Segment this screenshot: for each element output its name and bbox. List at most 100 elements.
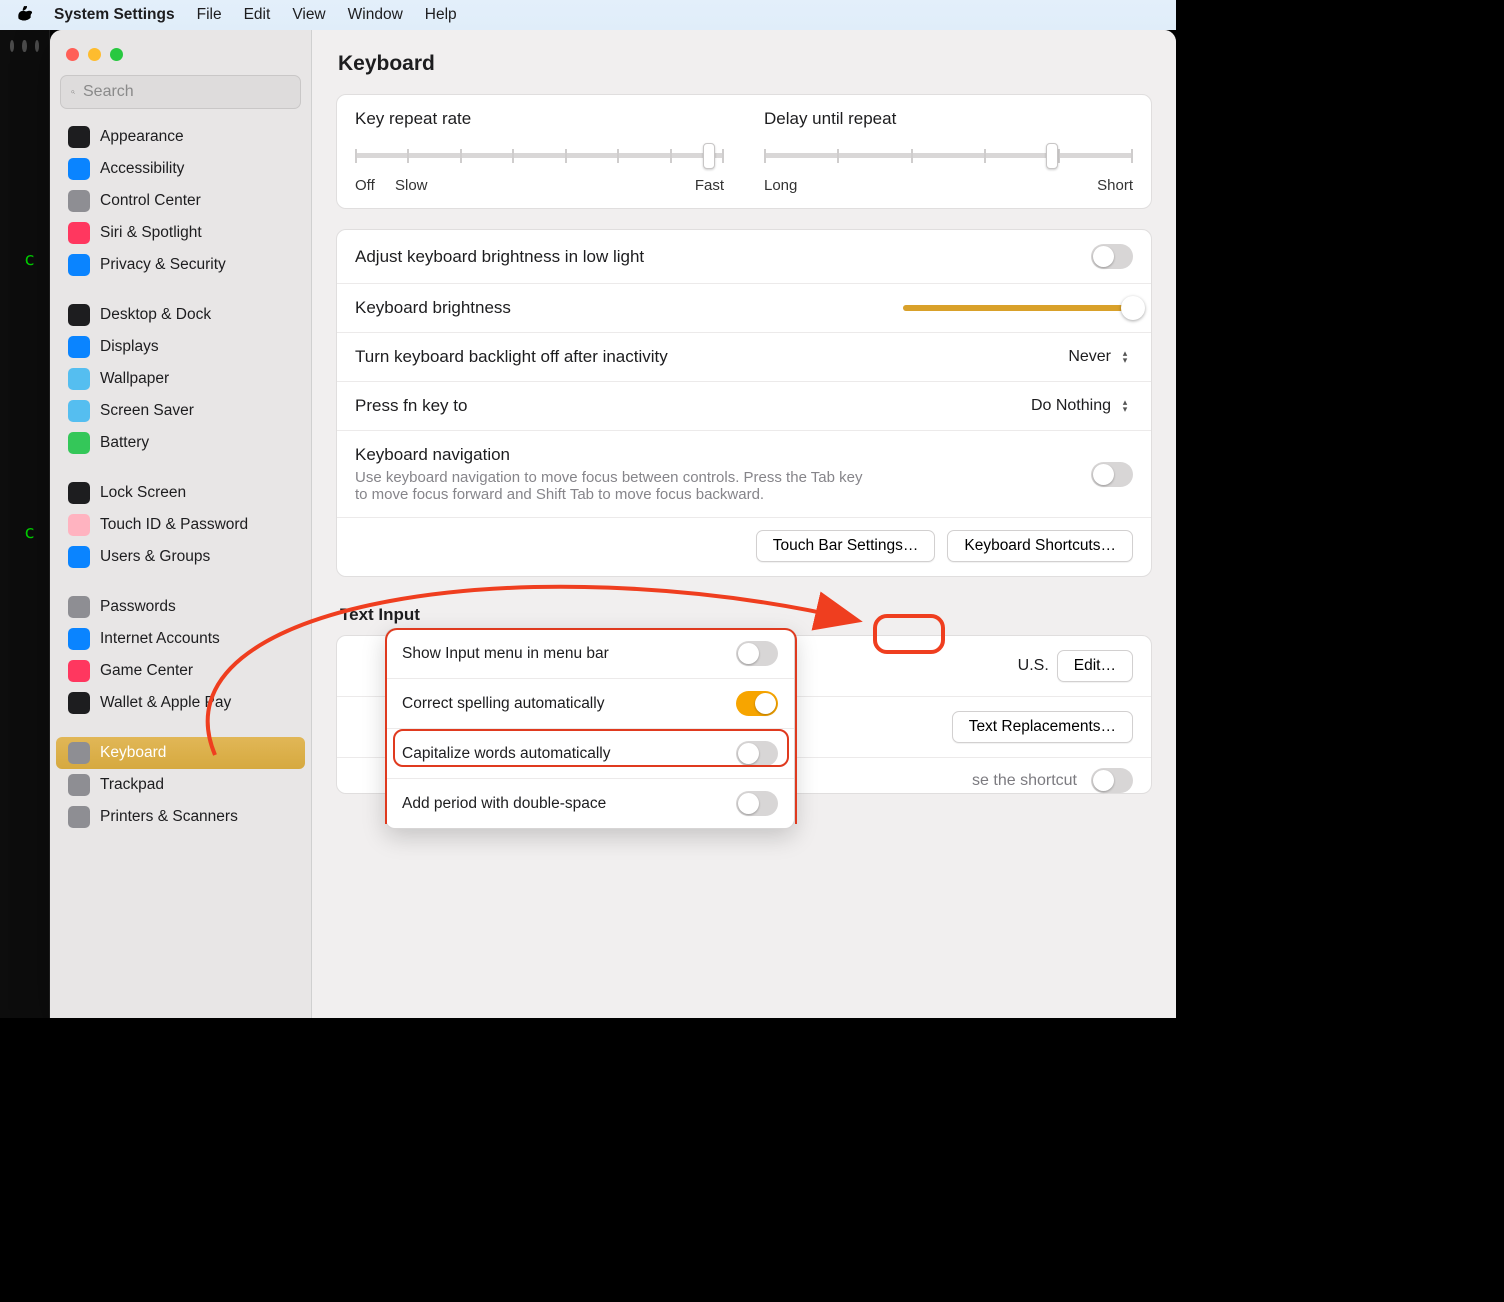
edit-input-source-button[interactable]: Edit…	[1057, 650, 1133, 682]
zoom-icon[interactable]	[110, 48, 123, 61]
minimize-icon[interactable]	[88, 48, 101, 61]
sidebar-icon	[68, 692, 90, 714]
keyboard-shortcuts-button[interactable]: Keyboard Shortcuts…	[947, 530, 1133, 562]
toggle-keyboard-navigation[interactable]	[1091, 462, 1133, 487]
sidebar-icon	[68, 158, 90, 180]
sidebar-item-passwords[interactable]: Passwords	[56, 591, 305, 623]
menubar[interactable]: System Settings File Edit View Window He…	[0, 0, 1176, 30]
sidebar-item-label: Accessibility	[100, 160, 184, 178]
menubar-item-help[interactable]: Help	[425, 6, 457, 24]
popover-row-label: Show Input menu in menu bar	[402, 645, 609, 663]
sidebar-icon	[68, 514, 90, 536]
sidebar-icon	[68, 546, 90, 568]
sidebar-item-users-groups[interactable]: Users & Groups	[56, 541, 305, 573]
window-controls	[50, 44, 311, 75]
popover-toggle[interactable]	[736, 791, 778, 816]
popover-row: Add period with double-space	[386, 778, 794, 828]
popover-row-label: Capitalize words automatically	[402, 745, 610, 763]
sidebar-item-label: Keyboard	[100, 744, 166, 762]
sidebar-item-label: Displays	[100, 338, 159, 356]
sidebar-icon	[68, 400, 90, 422]
menubar-app-name[interactable]: System Settings	[54, 6, 175, 24]
sidebar-item-wallpaper[interactable]: Wallpaper	[56, 363, 305, 395]
content-pane: Keyboard Key repeat rate Off Slow Fast	[312, 30, 1176, 1018]
sidebar-item-privacy-security[interactable]: Privacy & Security	[56, 249, 305, 281]
slider-keyboard-brightness[interactable]	[903, 300, 1133, 316]
sidebar-item-game-center[interactable]: Game Center	[56, 655, 305, 687]
sidebar-item-screen-saver[interactable]: Screen Saver	[56, 395, 305, 427]
sidebar-item-label: Passwords	[100, 598, 176, 616]
popover-toggle[interactable]	[736, 641, 778, 666]
sidebar-icon	[68, 432, 90, 454]
apple-menu-icon[interactable]	[16, 6, 32, 24]
sidebar-item-label: Appearance	[100, 128, 184, 146]
sidebar-item-control-center[interactable]: Control Center	[56, 185, 305, 217]
sidebar-item-label: Battery	[100, 434, 149, 452]
sidebar-icon	[68, 774, 90, 796]
settings-window: Appearance Accessibility Control Center Sir…	[50, 30, 1176, 1018]
sidebar-icon	[68, 742, 90, 764]
sidebar-item-label: Users & Groups	[100, 548, 210, 566]
sidebar-item-battery[interactable]: Battery	[56, 427, 305, 459]
chevron-updown-icon: ▴▾	[1117, 397, 1133, 415]
sidebar-item-label: Wallpaper	[100, 370, 169, 388]
popover-row: Correct spelling automatically	[386, 678, 794, 728]
sidebar-item-label: Control Center	[100, 192, 201, 210]
sidebar-item-label: Desktop & Dock	[100, 306, 211, 324]
panel-brightness: Adjust keyboard brightness in low light …	[336, 229, 1152, 577]
popover-row-label: Add period with double-space	[402, 795, 606, 813]
text-replacements-button[interactable]: Text Replacements…	[952, 711, 1133, 743]
hint-text: se the shortcut	[972, 772, 1077, 790]
popover-toggle[interactable]	[736, 741, 778, 766]
sidebar-item-displays[interactable]: Displays	[56, 331, 305, 363]
menubar-item-view[interactable]: View	[292, 6, 325, 24]
menubar-item-edit[interactable]: Edit	[244, 6, 271, 24]
sidebar-icon	[68, 660, 90, 682]
label-keyboard-navigation: Keyboard navigation	[355, 445, 875, 465]
label-fn-key: Press fn key to	[355, 396, 467, 416]
sidebar-item-lock-screen[interactable]: Lock Screen	[56, 477, 305, 509]
search-input[interactable]	[60, 75, 301, 109]
sidebar-icon	[68, 222, 90, 244]
sidebar-item-label: Touch ID & Password	[100, 516, 248, 534]
sidebar-item-keyboard[interactable]: Keyboard	[56, 737, 305, 769]
close-icon[interactable]	[66, 48, 79, 61]
sidebar-icon	[68, 126, 90, 148]
menubar-item-file[interactable]: File	[197, 6, 222, 24]
sidebar-item-siri-spotlight[interactable]: Siri & Spotlight	[56, 217, 305, 249]
sidebar-item-internet-accounts[interactable]: Internet Accounts	[56, 623, 305, 655]
sidebar-item-wallet-apple-pay[interactable]: Wallet & Apple Pay	[56, 687, 305, 719]
label-keyboard-brightness: Keyboard brightness	[355, 298, 511, 318]
sidebar-item-trackpad[interactable]: Trackpad	[56, 769, 305, 801]
search-field[interactable]	[83, 83, 290, 101]
sidebar-icon	[68, 628, 90, 650]
sidebar-item-desktop-dock[interactable]: Desktop & Dock	[56, 299, 305, 331]
sidebar-item-label: Lock Screen	[100, 484, 186, 502]
touchbar-settings-button[interactable]: Touch Bar Settings…	[756, 530, 936, 562]
popover-row: Capitalize words automatically	[386, 728, 794, 778]
sidebar-item-label: Wallet & Apple Pay	[100, 694, 231, 712]
slider-key-repeat-rate[interactable]	[355, 143, 724, 171]
sidebar: Appearance Accessibility Control Center Sir…	[50, 30, 312, 1018]
sidebar-icon	[68, 806, 90, 828]
sidebar-icon	[68, 368, 90, 390]
toggle-auto-brightness[interactable]	[1091, 244, 1133, 269]
panel-key-repeat: Key repeat rate Off Slow Fast Delay unti…	[336, 94, 1152, 209]
sidebar-item-appearance[interactable]: Appearance	[56, 121, 305, 153]
sidebar-icon	[68, 482, 90, 504]
sidebar-item-label: Screen Saver	[100, 402, 194, 420]
sidebar-item-touch-id-password[interactable]: Touch ID & Password	[56, 509, 305, 541]
toggle-hint[interactable]	[1091, 768, 1133, 793]
background-window: c c	[0, 30, 50, 1018]
text-input-popover: Show Input menu in menu bar Correct spell…	[385, 628, 795, 829]
slider-delay-until-repeat[interactable]	[764, 143, 1133, 171]
sidebar-item-accessibility[interactable]: Accessibility	[56, 153, 305, 185]
sidebar-item-printers-scanners[interactable]: Printers & Scanners	[56, 801, 305, 833]
select-backlight-off[interactable]: Never ▴▾	[1068, 348, 1133, 366]
sidebar-item-label: Internet Accounts	[100, 630, 220, 648]
select-fn-key[interactable]: Do Nothing ▴▾	[1031, 397, 1133, 415]
popover-toggle[interactable]	[736, 691, 778, 716]
popover-row-label: Correct spelling automatically	[402, 695, 604, 713]
menubar-item-window[interactable]: Window	[348, 6, 403, 24]
sidebar-item-label: Siri & Spotlight	[100, 224, 202, 242]
